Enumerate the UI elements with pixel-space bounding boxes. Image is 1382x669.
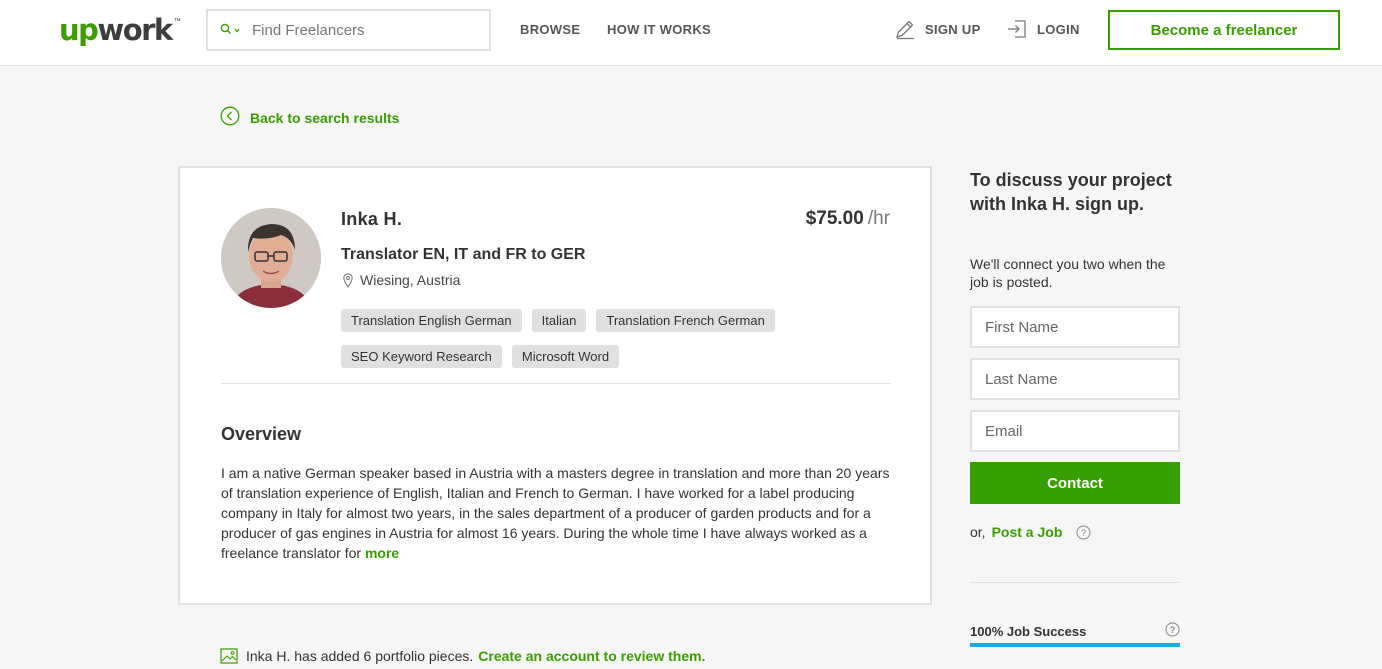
job-success-fill — [970, 643, 1180, 647]
back-circle-icon — [220, 106, 240, 126]
freelancer-title: Translator EN, IT and FR to GER — [341, 246, 586, 263]
signup-prompt-title: To discuss your project with Inka H. sig… — [970, 170, 1172, 214]
skill-tag[interactable]: Microsoft Word — [511, 345, 620, 368]
svg-text:?: ? — [1170, 625, 1176, 635]
skill-tag[interactable]: SEO Keyword Research — [341, 345, 502, 368]
hourly-rate: $75.00/hr — [805, 208, 890, 229]
avatar — [221, 208, 321, 308]
overview-text: I am a native German speaker based in Au… — [221, 465, 890, 561]
profile-card: Inka H. $75.00/hr Translator EN, IT and … — [178, 166, 932, 605]
skills-list: Translation English German Italian Transla… — [341, 309, 901, 381]
skill-tag[interactable]: Italian — [531, 309, 587, 332]
skill-tag[interactable]: Translation English German — [341, 309, 522, 332]
pencil-icon — [896, 20, 914, 40]
freelancer-name: Inka H. — [341, 209, 403, 229]
last-name-field[interactable] — [970, 358, 1180, 400]
signup-prompt-subtitle: We'll connect you two when the job is po… — [970, 256, 1166, 290]
nav-how-it-works[interactable]: HOW IT WORKS — [607, 22, 711, 37]
skill-tag[interactable]: Translation French German — [596, 309, 775, 332]
search-box[interactable] — [206, 9, 491, 51]
portfolio-notice: Inka H. has added 6 portfolio pieces. Cr… — [220, 648, 705, 664]
create-account-link[interactable]: Create an account to review them. — [478, 648, 705, 664]
nav-browse[interactable]: BROWSE — [520, 22, 580, 37]
job-success: 100% Job Success ? — [970, 622, 1180, 640]
divider — [221, 383, 891, 384]
email-field[interactable] — [970, 410, 1180, 452]
image-icon — [220, 648, 238, 664]
more-link[interactable]: more — [365, 545, 399, 561]
overview-heading: Overview — [221, 424, 302, 444]
nav-sign-up[interactable]: SIGN UP — [894, 18, 981, 40]
post-job-line: or, Post a Job ? — [970, 524, 1091, 540]
job-success-bar — [970, 643, 1180, 647]
nav-login[interactable]: LOGIN — [1006, 18, 1080, 40]
upwork-logo[interactable]: upwork ™ — [59, 12, 181, 48]
post-job-link[interactable]: Post a Job — [992, 524, 1063, 540]
help-icon[interactable]: ? — [1076, 525, 1091, 540]
location: Wiesing, Austria — [343, 272, 460, 288]
login-icon — [1008, 20, 1026, 38]
first-name-field[interactable] — [970, 306, 1180, 348]
top-nav-bar: upwork ™ BROWSE HOW IT WORKS SIGN UP LOG… — [0, 0, 1382, 66]
search-input[interactable] — [252, 21, 482, 39]
help-icon[interactable]: ? — [1165, 622, 1180, 640]
back-to-search-link[interactable]: Back to search results — [220, 106, 399, 126]
location-pin-icon — [343, 272, 353, 288]
become-freelancer-button[interactable]: Become a freelancer — [1108, 10, 1340, 50]
search-icon[interactable] — [220, 23, 242, 37]
svg-text:?: ? — [1081, 528, 1086, 538]
divider — [970, 582, 1180, 583]
contact-button[interactable]: Contact — [970, 462, 1180, 504]
